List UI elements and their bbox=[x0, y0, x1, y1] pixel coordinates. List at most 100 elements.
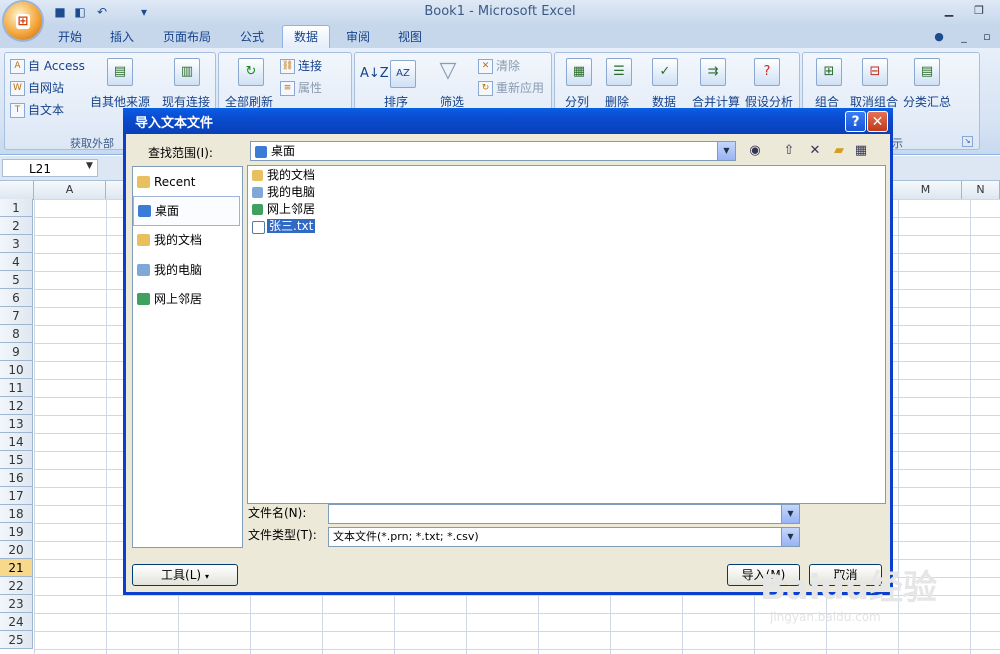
tab-review[interactable]: 审阅 bbox=[336, 26, 380, 48]
subtotal-icon: ▤ bbox=[914, 58, 940, 86]
row-header[interactable]: 23 bbox=[0, 595, 33, 613]
dialog-title-bar bbox=[123, 108, 893, 134]
row-header[interactable]: 21 bbox=[0, 559, 33, 577]
filetype-value: 文本文件(*.prn; *.txt; *.csv) bbox=[333, 530, 479, 543]
select-all-corner[interactable] bbox=[0, 181, 34, 199]
row-header[interactable]: 17 bbox=[0, 487, 33, 505]
delete-icon[interactable]: ✕ bbox=[806, 142, 824, 160]
text-file-icon: T bbox=[10, 103, 25, 118]
file-list[interactable] bbox=[247, 165, 886, 504]
row-header[interactable]: 2 bbox=[0, 217, 33, 235]
sort-dialog-icon: AZ bbox=[390, 60, 416, 88]
connections-button[interactable]: ⛓ 连接 bbox=[280, 57, 322, 74]
lookin-combo[interactable]: 桌面 ▼ bbox=[250, 141, 736, 161]
from-web-button[interactable]: W 自网站 bbox=[10, 79, 64, 96]
file-item-network[interactable]: 网上邻居 bbox=[252, 201, 315, 218]
watermark-logo: Baidu经验 bbox=[760, 568, 938, 608]
row-header[interactable]: 5 bbox=[0, 271, 33, 289]
place-desktop[interactable]: 桌面 bbox=[133, 196, 240, 226]
row-header[interactable]: 9 bbox=[0, 343, 33, 361]
row-header[interactable]: 18 bbox=[0, 505, 33, 523]
tab-formulas[interactable]: 公式 bbox=[230, 26, 274, 48]
sort-az-icon[interactable]: A↓Z bbox=[360, 66, 389, 81]
up-folder-icon[interactable]: ⇧ bbox=[780, 142, 798, 160]
place-recent[interactable]: Recent bbox=[133, 168, 240, 196]
row-header[interactable]: 3 bbox=[0, 235, 33, 253]
views-icon[interactable]: ▦ bbox=[852, 142, 870, 160]
folder-icon bbox=[137, 234, 150, 246]
back-icon[interactable]: ◉ bbox=[746, 142, 764, 160]
new-folder-icon[interactable]: ▰ bbox=[830, 142, 848, 160]
row-header[interactable]: 6 bbox=[0, 289, 33, 307]
row-header[interactable]: 10 bbox=[0, 361, 33, 379]
tab-view[interactable]: 视图 bbox=[388, 26, 432, 48]
reapply-icon: ↻ bbox=[478, 81, 493, 96]
access-icon: A bbox=[10, 59, 25, 74]
filetype-select[interactable]: 文本文件(*.prn; *.txt; *.csv) ▼ bbox=[328, 527, 800, 547]
dialog-close-button[interactable]: ✕ bbox=[867, 111, 888, 132]
office-button[interactable]: ⊞ bbox=[4, 2, 42, 40]
tab-home[interactable]: 开始 bbox=[48, 26, 92, 48]
filename-input[interactable]: ▼ bbox=[328, 504, 800, 524]
network-icon bbox=[252, 204, 263, 215]
file-item-my-computer[interactable]: 我的电脑 bbox=[252, 184, 315, 201]
column-header-n[interactable]: N bbox=[962, 181, 1000, 199]
row-header[interactable]: 24 bbox=[0, 613, 33, 631]
row-header[interactable]: 19 bbox=[0, 523, 33, 541]
filename-dropdown-icon[interactable]: ▼ bbox=[781, 505, 799, 523]
ribbon-minimize-icon[interactable]: _ bbox=[955, 29, 973, 45]
column-header-m[interactable]: M bbox=[890, 181, 962, 199]
dialog-launcher-icon[interactable]: ↘ bbox=[962, 136, 973, 147]
name-box[interactable]: L21 bbox=[2, 159, 98, 177]
tab-page-layout[interactable]: 页面布局 bbox=[152, 26, 222, 48]
clear-filter-button[interactable]: ✕ 清除 bbox=[478, 57, 520, 74]
ribbon-tabs bbox=[0, 26, 1000, 48]
row-header[interactable]: 8 bbox=[0, 325, 33, 343]
place-my-computer[interactable]: 我的电脑 bbox=[133, 256, 240, 284]
row-header[interactable]: 16 bbox=[0, 469, 33, 487]
tools-button[interactable]: 工具(L) ▾ bbox=[132, 564, 238, 586]
dialog-help-button[interactable]: ? bbox=[845, 111, 866, 132]
ribbon-restore-icon[interactable]: ▫ bbox=[978, 29, 996, 45]
desktop-icon bbox=[138, 205, 151, 217]
tools-dropdown-icon: ▾ bbox=[204, 572, 209, 581]
remove-duplicates-icon: ☰ bbox=[606, 58, 632, 86]
lookin-label: 查找范围(I): bbox=[148, 146, 213, 160]
row-header[interactable]: 12 bbox=[0, 397, 33, 415]
recent-folder-icon bbox=[137, 176, 150, 188]
network-icon bbox=[137, 293, 150, 305]
place-my-documents[interactable]: 我的文档 bbox=[133, 226, 240, 254]
minimize-icon[interactable]: ▁ bbox=[940, 3, 958, 19]
row-header[interactable]: 1 bbox=[0, 199, 33, 217]
row-header[interactable]: 25 bbox=[0, 631, 33, 649]
place-network[interactable]: 网上邻居 bbox=[133, 285, 240, 313]
row-header[interactable]: 15 bbox=[0, 451, 33, 469]
text-to-columns-icon: ▦ bbox=[566, 58, 592, 86]
lookin-dropdown-icon[interactable]: ▼ bbox=[717, 142, 735, 160]
row-header[interactable]: 7 bbox=[0, 307, 33, 325]
file-item-txt[interactable]: 张三.txt bbox=[252, 218, 316, 235]
from-text-button[interactable]: T 自文本 bbox=[10, 101, 64, 118]
row-header[interactable]: 11 bbox=[0, 379, 33, 397]
restore-icon[interactable]: ❐ bbox=[970, 3, 988, 19]
filetype-label: 文件类型(T): bbox=[248, 528, 317, 542]
tab-data[interactable]: 数据 bbox=[282, 25, 330, 48]
filetype-dropdown-icon[interactable]: ▼ bbox=[781, 528, 799, 546]
namebox-dropdown-icon[interactable]: ▼ bbox=[86, 161, 93, 171]
row-header[interactable]: 22 bbox=[0, 577, 33, 595]
row-header[interactable]: 14 bbox=[0, 433, 33, 451]
column-header-a[interactable]: A bbox=[34, 181, 106, 199]
row-header[interactable]: 13 bbox=[0, 415, 33, 433]
row-header[interactable]: 4 bbox=[0, 253, 33, 271]
help-icon[interactable]: ● bbox=[930, 29, 948, 45]
tab-insert[interactable]: 插入 bbox=[100, 26, 144, 48]
reapply-button[interactable]: ↻ 重新应用 bbox=[478, 79, 544, 96]
file-item-my-documents[interactable]: 我的文档 bbox=[252, 167, 315, 184]
from-access-button[interactable]: A自 Access bbox=[10, 57, 85, 74]
row-header[interactable]: 20 bbox=[0, 541, 33, 559]
data-validation-icon: ✓ bbox=[652, 58, 678, 86]
text-file-icon bbox=[252, 221, 265, 234]
subtotal-button[interactable]: 分类汇总 bbox=[903, 93, 951, 110]
properties-button[interactable]: ≡ 属性 bbox=[280, 79, 322, 96]
group-label-get-external: 获取外部 bbox=[70, 137, 114, 150]
